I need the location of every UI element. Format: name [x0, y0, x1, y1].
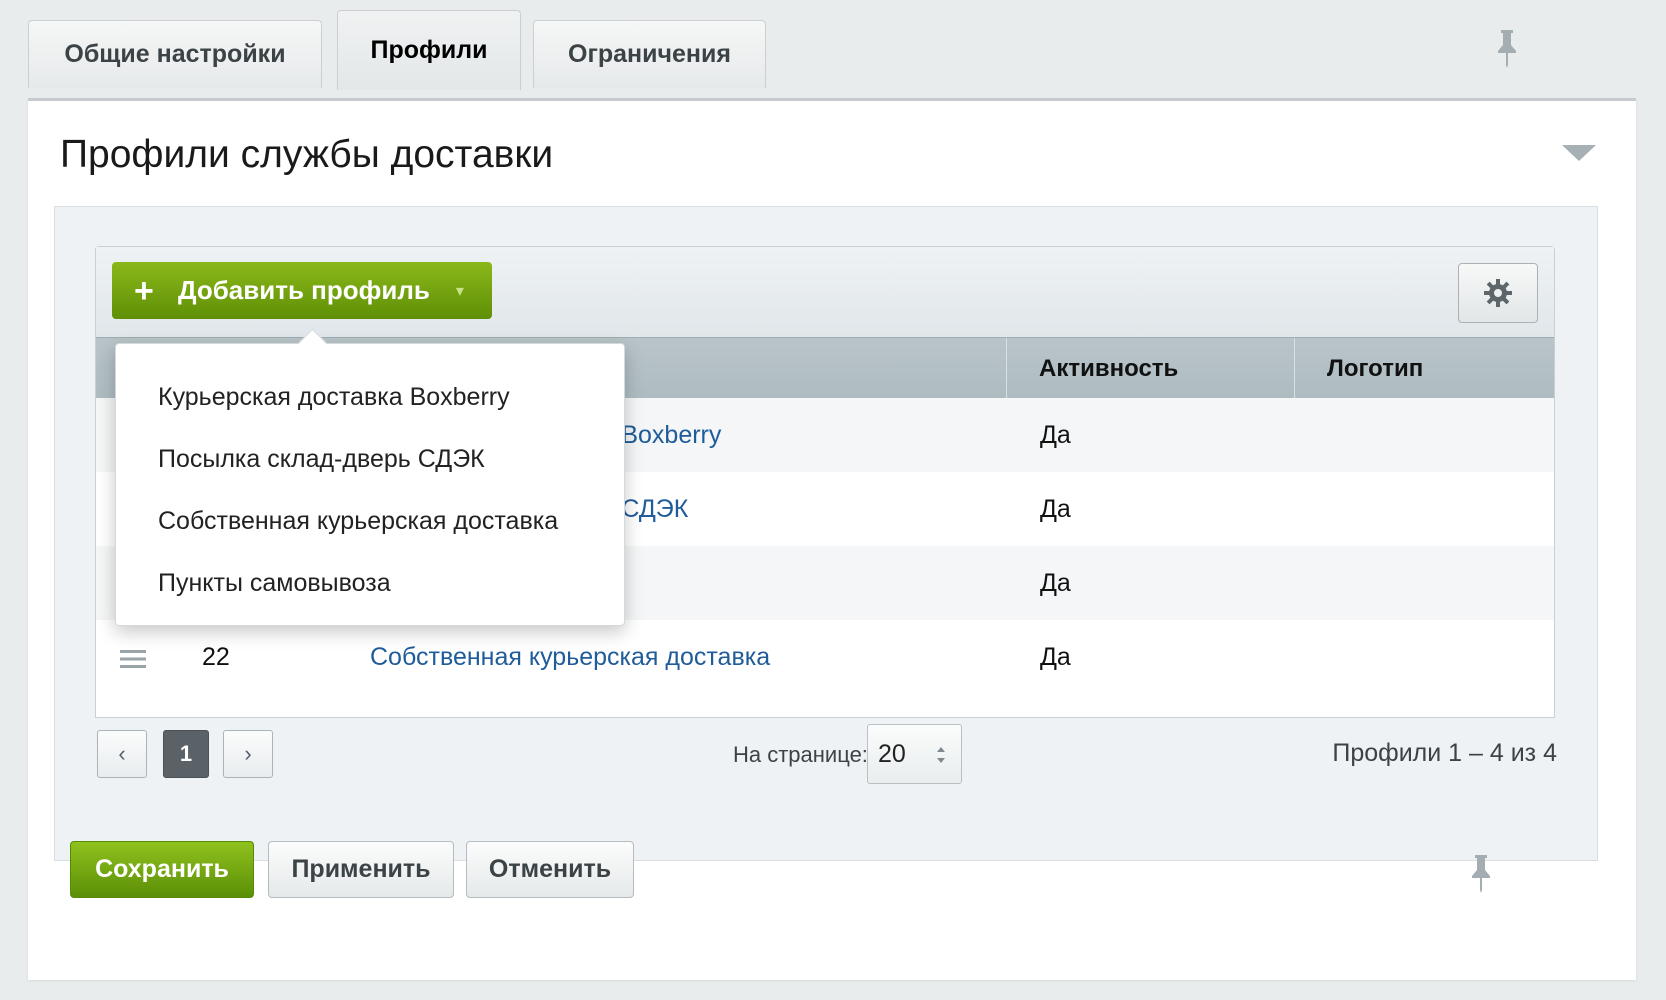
gear-icon [1484, 279, 1512, 307]
page-title: Профили службы доставки [60, 133, 554, 176]
profile-active-value: Да [1040, 494, 1071, 523]
profile-active-value: Да [1040, 420, 1071, 449]
tab-restrictions[interactable]: Ограничения [533, 20, 766, 88]
profile-active-value: Да [1040, 568, 1071, 597]
table-row: 22 Собственная курьерская доставка Да [96, 620, 1554, 694]
column-header-logo[interactable]: Логотип [1294, 338, 1556, 399]
tab-profiles[interactable]: Профили [337, 10, 521, 90]
profile-id: 22 [202, 642, 230, 671]
drag-handle-icon[interactable] [120, 647, 146, 668]
dropdown-item-own-courier[interactable]: Собственная курьерская доставка [116, 490, 624, 552]
pin-icon[interactable] [1468, 853, 1494, 893]
save-button[interactable]: Сохранить [70, 841, 254, 898]
add-profile-label: Добавить профиль [178, 275, 430, 305]
pin-icon[interactable] [1494, 28, 1520, 68]
cancel-button[interactable]: Отменить [466, 841, 634, 898]
prev-page-button[interactable]: ‹ [97, 730, 147, 778]
apply-button[interactable]: Применить [268, 841, 454, 898]
per-page-value: 20 [878, 739, 906, 768]
per-page-select[interactable]: 20 [867, 724, 962, 784]
grid-toolbar: + Добавить профиль ▾ [96, 247, 1554, 337]
next-page-button[interactable]: › [223, 730, 273, 778]
chevron-left-icon: ‹ [118, 741, 126, 766]
select-arrows-icon [937, 747, 945, 763]
profile-active-value: Да [1040, 642, 1071, 671]
tab-general-settings[interactable]: Общие настройки [28, 20, 322, 88]
chevron-right-icon: › [244, 741, 252, 766]
chevron-down-icon: ▾ [455, 282, 464, 300]
dropdown-item-cdek[interactable]: Посылка склад-дверь СДЭК [116, 428, 624, 490]
collapse-triangle-icon[interactable] [1562, 143, 1596, 163]
dropdown-item-boxberry[interactable]: Курьерская доставка Boxberry [116, 366, 624, 428]
column-header-activity[interactable]: Активность [1006, 338, 1292, 399]
grid-settings-button[interactable] [1458, 263, 1538, 323]
profile-name-link[interactable]: Собственная курьерская доставка [370, 643, 770, 672]
add-profile-dropdown: Курьерская доставка Boxberry Посылка скл… [115, 343, 625, 626]
per-page-label: На странице: [733, 742, 868, 767]
add-profile-button[interactable]: + Добавить профиль ▾ [112, 262, 492, 319]
total-count-label: Профили 1 – 4 из 4 [1332, 739, 1557, 767]
plus-icon: + [134, 271, 154, 310]
dropdown-item-pickup-points[interactable]: Пункты самовывоза [116, 552, 624, 614]
page-1-button[interactable]: 1 [163, 730, 209, 778]
